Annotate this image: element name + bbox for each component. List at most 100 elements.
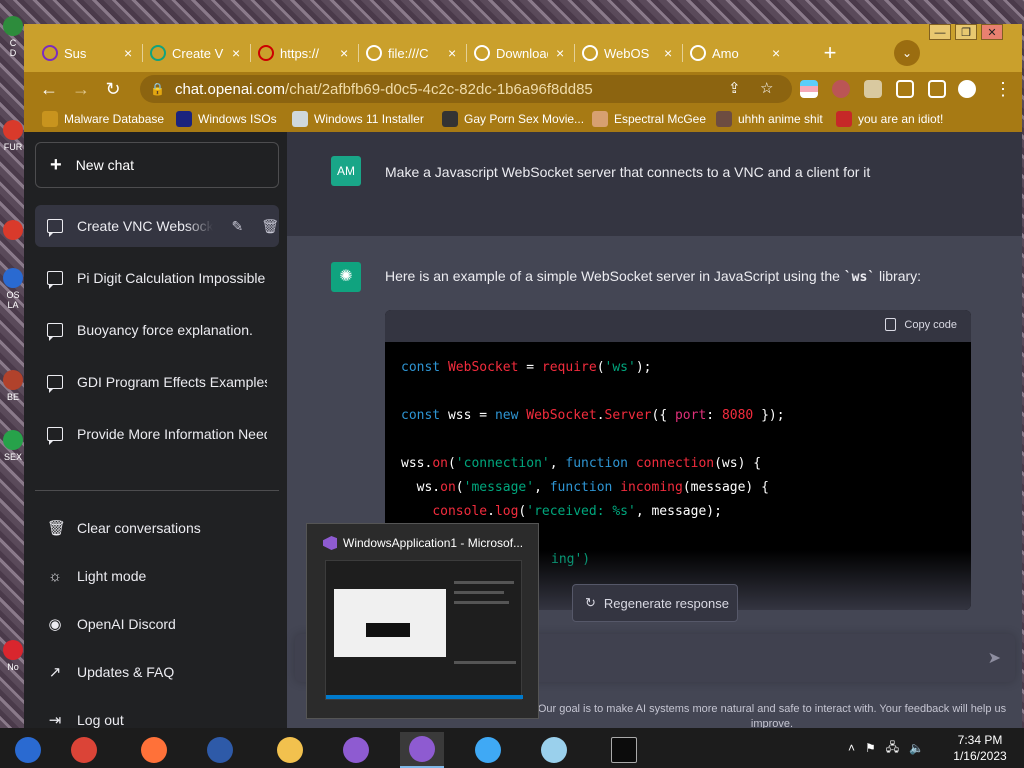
taskbar-firefox-button[interactable] — [132, 732, 176, 768]
profile-icon[interactable] — [958, 80, 976, 98]
taskbar-file-explorer-button[interactable] — [268, 732, 312, 768]
conversation-item[interactable]: Provide More Information Neede — [35, 413, 279, 455]
new-tab-button[interactable]: + — [816, 40, 844, 68]
browser-tab[interactable]: Create V × — [142, 38, 248, 68]
show-hidden-icons-icon[interactable]: ˄ — [848, 741, 855, 755]
code-line: const WebSocket = require('ws'); — [401, 360, 652, 375]
bookmark-item[interactable]: Windows 11 Installer — [292, 110, 424, 128]
flag-icon[interactable]: ⚑ — [865, 741, 876, 755]
desktop-icon[interactable]: C D — [2, 16, 24, 58]
tab-title: WebOS — [604, 45, 650, 61]
browser-toolbar: ← → ↻ 🔒 chat.openai.com/chat/2afbfb69-d0… — [24, 72, 1022, 106]
conversation-item[interactable]: Create VNC Websocket Se ✎ 🗑 — [35, 205, 279, 247]
bookmark-item[interactable]: Espectral McGee — [592, 110, 706, 128]
browser-tab[interactable]: Sus × — [34, 38, 140, 68]
side-panel-icon[interactable] — [928, 80, 946, 98]
taskbar-thumbnail-preview[interactable]: WindowsApplication1 - Microsof... — [306, 523, 539, 719]
conversation-label: Create VNC Websocket Se — [77, 218, 214, 234]
new-chat-button[interactable]: + New chat — [35, 142, 279, 188]
conversation-item[interactable]: GDI Program Effects Examples — [35, 361, 279, 403]
back-button[interactable]: ← — [36, 76, 62, 102]
browser-tab[interactable]: Download × — [466, 38, 572, 68]
bookmark-item[interactable]: uhhh anime shit — [716, 110, 823, 128]
tab-close-icon[interactable]: × — [232, 45, 240, 61]
bookmark-item[interactable]: Gay Porn Sex Movie... — [442, 110, 584, 128]
tab-close-icon[interactable]: × — [340, 45, 348, 61]
bookmark-item[interactable]: Malware Database — [42, 110, 164, 128]
menu-kebab-icon[interactable]: ⋮ — [990, 76, 1016, 102]
address-bar[interactable]: 🔒 chat.openai.com/chat/2afbfb69-d0c5-4c2… — [140, 75, 792, 103]
bookmark-label: Espectral McGee — [614, 112, 707, 126]
close-window-button[interactable]: ✕ — [981, 24, 1003, 40]
code-line: console.log('received: %s', message); — [432, 504, 722, 519]
chat-bubble-icon — [47, 427, 63, 445]
desktop-icon-label: C D — [9, 38, 17, 58]
chat-bubble-icon — [47, 323, 63, 341]
reading-list-icon[interactable] — [896, 80, 914, 98]
taskbar-chrome-button[interactable] — [62, 732, 106, 768]
extension-avatar-icon[interactable] — [832, 80, 850, 98]
browser-tab[interactable]: WebOS × — [574, 38, 680, 68]
sidebar-action[interactable]: ↗ Updates & FAQ — [35, 652, 279, 692]
bookmark-label: Gay Porn Sex Movie... — [464, 112, 585, 126]
sidebar-action[interactable]: ◉ OpenAI Discord — [35, 604, 279, 644]
extensions-puzzle-icon[interactable] — [864, 80, 882, 98]
taskbar-app-4-button[interactable] — [198, 732, 242, 768]
tab-favicon-icon — [690, 45, 706, 61]
regenerate-response-button[interactable]: ↻ Regenerate response — [572, 584, 738, 622]
taskbar-terminal-button[interactable] — [602, 732, 646, 768]
delete-trash-icon[interactable]: 🗑 — [261, 218, 279, 235]
conversation-item[interactable]: Buoyancy force explanation. — [35, 309, 279, 351]
tab-close-icon[interactable]: × — [124, 45, 132, 61]
discord-icon: ◉ — [48, 616, 62, 633]
minimize-button[interactable]: — — [929, 24, 951, 40]
extension-flag-icon[interactable] — [800, 80, 818, 98]
bookmark-item[interactable]: you are an idiot! — [836, 110, 943, 128]
desktop-icon[interactable]: SEX — [2, 430, 24, 462]
edit-pencil-icon[interactable]: ✎ — [231, 218, 243, 235]
tab-close-icon[interactable]: × — [556, 45, 564, 61]
conversation-label: Pi Digit Calculation Impossible — [77, 270, 266, 286]
sidebar-action[interactable]: 🗑 Clear conversations — [35, 508, 279, 548]
desktop-icon-image — [3, 16, 23, 36]
share-icon[interactable]: ⇪ — [728, 75, 741, 103]
openai-logo-icon: ✺ — [331, 262, 361, 292]
sidebar-action[interactable]: ☼ Light mode — [35, 556, 279, 596]
desktop-icon[interactable]: OS LA — [2, 268, 24, 310]
visual-studio-installer-icon — [343, 737, 369, 763]
tab-search-button[interactable]: ⌄ — [894, 40, 920, 66]
tab-favicon-icon — [42, 45, 58, 61]
tab-close-icon[interactable]: × — [664, 45, 672, 61]
clock[interactable]: 7:34 PM 1/16/2023 — [940, 732, 1020, 764]
desktop-icon[interactable]: No — [2, 640, 24, 672]
conversation-item[interactable]: Pi Digit Calculation Impossible — [35, 257, 279, 299]
tab-close-icon[interactable]: × — [772, 45, 780, 61]
desktop-icon-image — [3, 430, 23, 450]
tab-title: Download — [496, 45, 548, 61]
desktop-icon[interactable]: BE — [2, 370, 24, 402]
copy-code-button[interactable]: Copy code — [885, 318, 957, 331]
forward-button[interactable]: → — [68, 76, 94, 102]
desktop-icon[interactable]: FUR — [2, 120, 24, 152]
tab-close-icon[interactable]: × — [448, 45, 456, 61]
browser-tab[interactable]: Amo × — [682, 38, 788, 68]
bookmark-item[interactable]: Windows ISOs — [176, 110, 277, 128]
taskbar-app-1-button[interactable] — [6, 732, 50, 768]
bookmark-star-icon[interactable]: ☆ — [760, 75, 773, 103]
reload-button[interactable]: ↻ — [100, 76, 126, 102]
browser-tab[interactable]: https:// × — [250, 38, 356, 68]
taskbar-visual-studio-button[interactable] — [400, 732, 444, 768]
taskbar-app-9-button[interactable] — [532, 732, 576, 768]
volume-icon[interactable]: 🔈 — [909, 741, 924, 755]
network-icon[interactable]: 🖧 — [886, 738, 899, 759]
browser-tab[interactable]: file:///C × — [358, 38, 464, 68]
sidebar-action[interactable]: ⇥ Log out — [35, 700, 279, 728]
taskbar-app-8-button[interactable] — [466, 732, 510, 768]
lock-icon: 🔒 — [150, 82, 165, 96]
send-icon[interactable]: ➤ — [988, 648, 1001, 668]
user-message: Make a Javascript WebSocket server that … — [385, 164, 871, 180]
new-chat-label: New chat — [75, 157, 135, 173]
desktop-icon[interactable] — [2, 220, 24, 242]
maximize-button[interactable]: ❐ — [955, 24, 977, 40]
taskbar-visual-studio-installer-button[interactable] — [334, 732, 378, 768]
